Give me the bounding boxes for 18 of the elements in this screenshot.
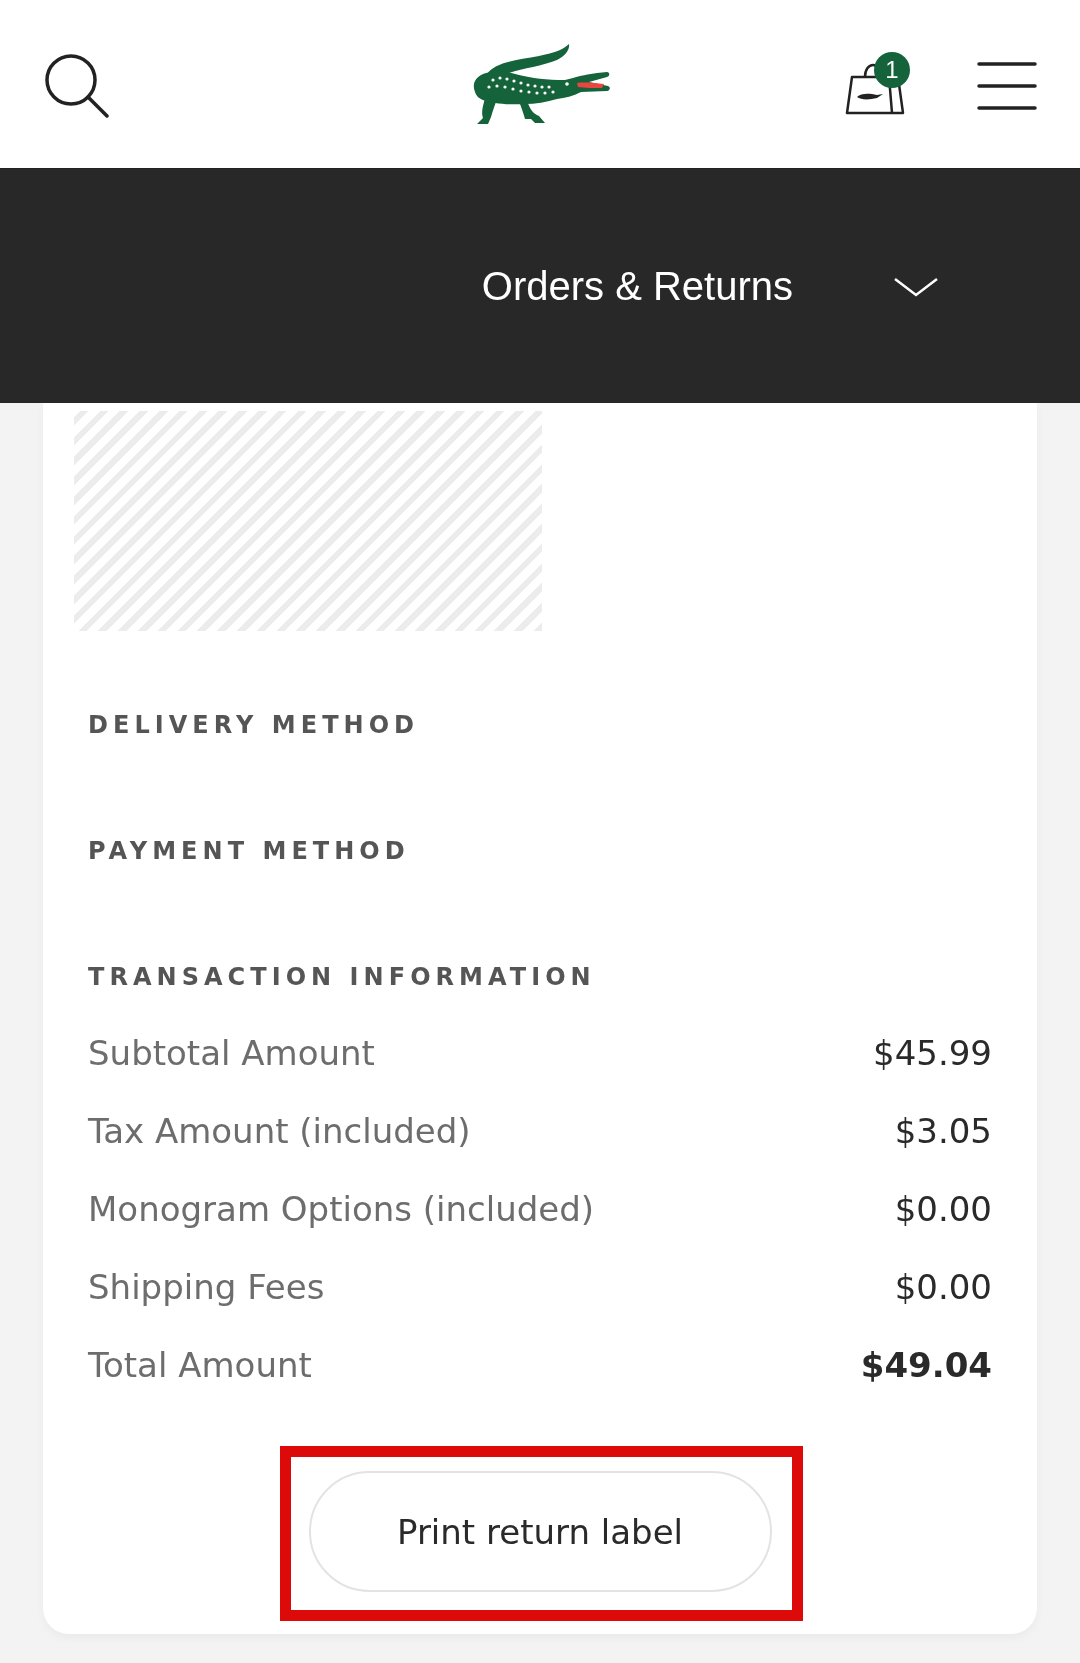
summary-label: Shipping Fees — [88, 1267, 325, 1307]
summary-value: $3.05 — [894, 1111, 992, 1151]
section-heading: DELIVERY METHOD — [88, 710, 420, 740]
summary-label: Monogram Options (included) — [88, 1189, 595, 1229]
summary-label: Tax Amount (included) — [88, 1111, 471, 1151]
summary-value: $49.04 — [860, 1345, 992, 1385]
section-dropdown[interactable]: Orders & Returns — [481, 262, 939, 310]
search-icon[interactable] — [43, 52, 109, 118]
section-heading: PAYMENT METHOD — [88, 836, 410, 866]
summary-value: $45.99 — [873, 1033, 992, 1073]
summary-label: Total Amount — [88, 1345, 312, 1385]
summary-label: Subtotal Amount — [88, 1033, 375, 1073]
menu-icon[interactable] — [977, 61, 1037, 111]
print-return-label-button[interactable]: Print return label — [308, 1471, 772, 1592]
summary-value: $0.00 — [894, 1267, 992, 1307]
section-heading: TRANSACTION INFORMATION — [88, 962, 596, 992]
summary-value: $0.00 — [894, 1189, 992, 1229]
cart-count-badge: 1 — [874, 51, 910, 88]
